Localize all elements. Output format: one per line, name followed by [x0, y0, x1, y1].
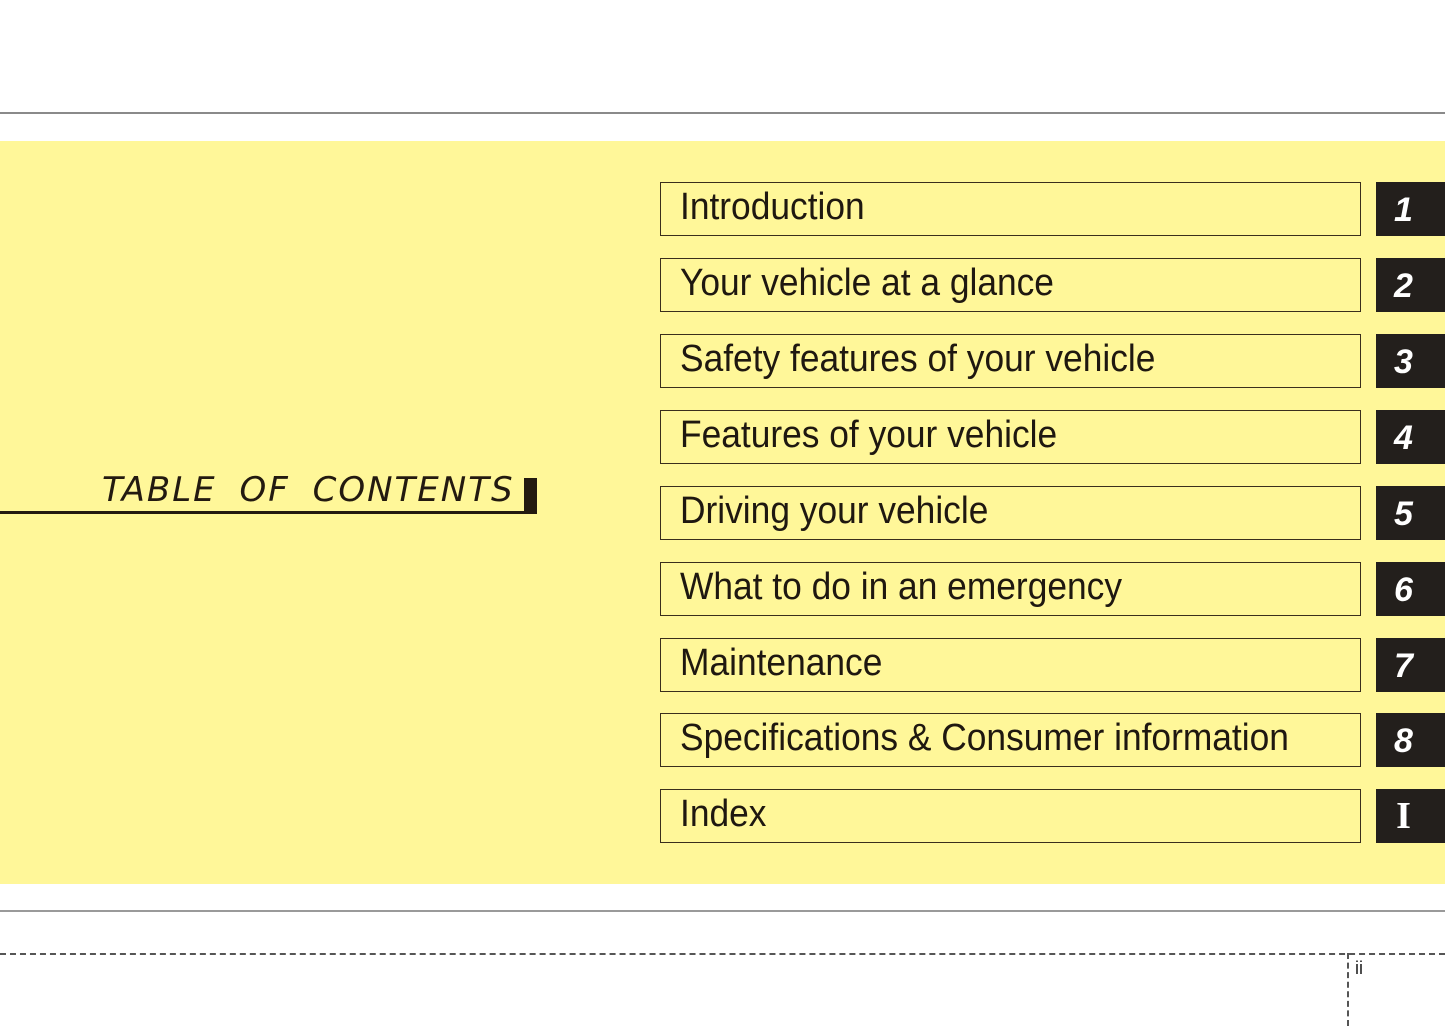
- chapter-link-box[interactable]: Features of your vehicle: [660, 410, 1361, 464]
- title-bar-marker: [524, 478, 537, 514]
- chapter-tab-number: 5: [1394, 495, 1413, 533]
- chapter-row-features[interactable]: Features of your vehicle 4: [660, 410, 1445, 464]
- chapter-row-emergency[interactable]: What to do in an emergency 6: [660, 562, 1445, 616]
- chapter-row-specifications[interactable]: Specifications & Consumer information 8: [660, 713, 1445, 767]
- chapter-tab[interactable]: 8: [1376, 713, 1445, 767]
- chapter-tab[interactable]: 7: [1376, 638, 1445, 692]
- chapter-label: What to do in an emergency: [680, 566, 1122, 608]
- chapter-label: Safety features of your vehicle: [680, 338, 1156, 380]
- chapter-row-maintenance[interactable]: Maintenance 7: [660, 638, 1445, 692]
- chapter-link-box[interactable]: Introduction: [660, 182, 1361, 236]
- chapter-tab[interactable]: 2: [1376, 258, 1445, 312]
- chapter-link-box[interactable]: Driving your vehicle: [660, 486, 1361, 540]
- chapter-row-safety-features[interactable]: Safety features of your vehicle 3: [660, 334, 1445, 388]
- chapter-row-introduction[interactable]: Introduction 1: [660, 182, 1445, 236]
- chapter-tab-number: 2: [1394, 267, 1413, 305]
- chapter-tab[interactable]: 1: [1376, 182, 1445, 236]
- chapter-label: Maintenance: [680, 642, 883, 684]
- chapter-row-driving[interactable]: Driving your vehicle 5: [660, 486, 1445, 540]
- trim-line-vertical: [1347, 953, 1349, 1026]
- chapter-tab[interactable]: 3: [1376, 334, 1445, 388]
- chapter-tab[interactable]: 5: [1376, 486, 1445, 540]
- chapter-label: Introduction: [680, 186, 865, 228]
- chapter-tab-number: 6: [1394, 571, 1413, 609]
- chapter-tab-number: 3: [1394, 343, 1413, 381]
- chapter-link-box[interactable]: Safety features of your vehicle: [660, 334, 1361, 388]
- chapter-label: Driving your vehicle: [680, 490, 989, 532]
- chapter-tab[interactable]: 4: [1376, 410, 1445, 464]
- chapter-link-box[interactable]: Index: [660, 789, 1361, 843]
- page-title: TABLE OF CONTENTS: [102, 470, 515, 510]
- title-underline: [0, 511, 537, 514]
- chapter-label: Your vehicle at a glance: [680, 262, 1054, 304]
- chapter-tab-number: I: [1396, 795, 1411, 837]
- chapter-label: Features of your vehicle: [680, 414, 1058, 456]
- chapter-tab-number: 1: [1394, 191, 1413, 229]
- chapter-tab[interactable]: I: [1376, 789, 1445, 843]
- bottom-rule: [0, 910, 1445, 912]
- chapter-link-box[interactable]: Your vehicle at a glance: [660, 258, 1361, 312]
- chapter-tab[interactable]: 6: [1376, 562, 1445, 616]
- trim-line-horizontal: [0, 953, 1445, 955]
- page-number: ii: [1355, 958, 1363, 978]
- chapter-tab-number: 4: [1394, 419, 1413, 457]
- chapter-link-box[interactable]: Maintenance: [660, 638, 1361, 692]
- chapter-tab-number: 8: [1394, 722, 1413, 760]
- chapter-row-index[interactable]: Index I: [660, 789, 1445, 843]
- top-rule: [0, 112, 1445, 114]
- chapter-label: Specifications & Consumer information: [680, 717, 1289, 759]
- chapter-row-your-vehicle-at-a-glance[interactable]: Your vehicle at a glance 2: [660, 258, 1445, 312]
- chapter-label: Index: [680, 793, 767, 835]
- chapter-link-box[interactable]: What to do in an emergency: [660, 562, 1361, 616]
- chapter-link-box[interactable]: Specifications & Consumer information: [660, 713, 1361, 767]
- chapter-tab-number: 7: [1394, 647, 1413, 685]
